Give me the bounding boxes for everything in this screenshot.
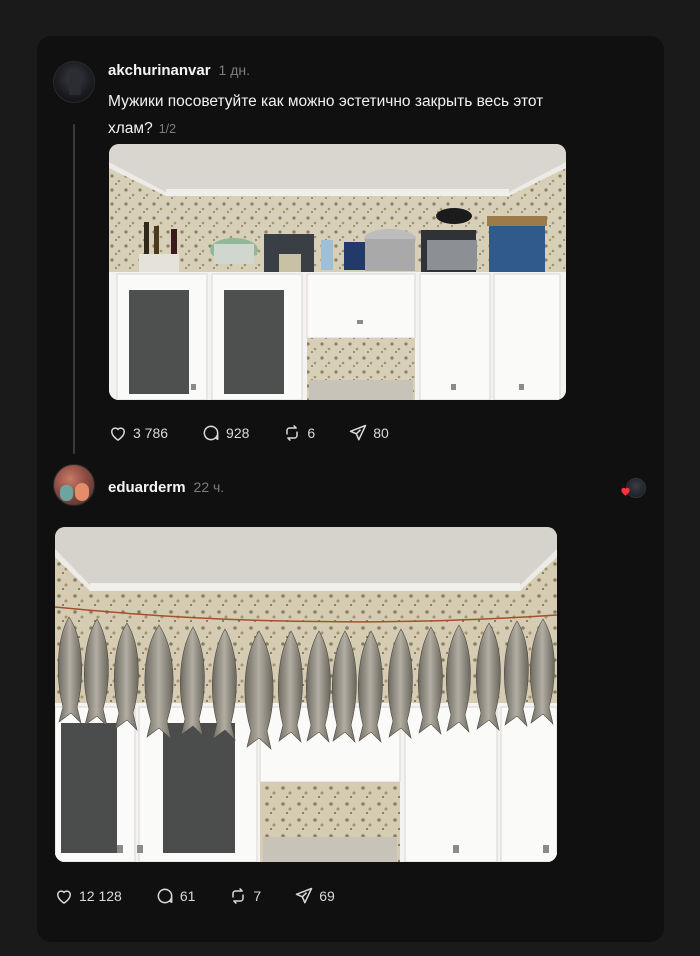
post-actions: 12 128 61 7 69 bbox=[54, 886, 368, 906]
post-actions: 3 786 928 6 80 bbox=[108, 423, 422, 443]
repost-count: 6 bbox=[307, 425, 316, 441]
share-button[interactable]: 69 bbox=[294, 886, 335, 906]
comment-count: 61 bbox=[179, 888, 196, 904]
post-header: akchurinanvar 1 дн. bbox=[108, 62, 250, 79]
dried-fish-photo bbox=[55, 527, 557, 862]
image-page-count: 1/2 bbox=[158, 122, 177, 136]
post-text: Мужики посоветуйте как можно эстетично з… bbox=[108, 88, 588, 143]
post-image[interactable] bbox=[109, 144, 566, 400]
comment-bubble-icon bbox=[203, 425, 219, 441]
post-image[interactable] bbox=[55, 527, 557, 862]
repost-icon bbox=[232, 888, 245, 904]
heart-icon bbox=[110, 427, 126, 441]
like-count: 3 786 bbox=[133, 425, 169, 441]
share-count: 80 bbox=[373, 425, 389, 441]
username[interactable]: eduarderm bbox=[108, 479, 186, 496]
share-count: 69 bbox=[319, 888, 335, 904]
comment-button[interactable]: 928 bbox=[201, 423, 249, 443]
post-timestamp[interactable]: 1 дн. bbox=[219, 62, 250, 78]
heart-icon bbox=[56, 890, 72, 904]
post-timestamp[interactable]: 22 ч. bbox=[194, 479, 225, 495]
like-button[interactable]: 3 786 bbox=[108, 423, 168, 443]
kitchen-cabinets-photo bbox=[109, 144, 566, 400]
user-avatar[interactable] bbox=[53, 464, 95, 506]
like-button[interactable]: 12 128 bbox=[54, 886, 122, 906]
username[interactable]: akchurinanvar bbox=[108, 62, 211, 79]
send-icon bbox=[295, 887, 313, 904]
thread-line bbox=[73, 124, 75, 454]
comment-count: 928 bbox=[226, 425, 250, 441]
repost-icon bbox=[286, 425, 299, 441]
feed-card: akchurinanvar 1 дн. Мужики посоветуйте к… bbox=[37, 36, 664, 942]
like-count: 12 128 bbox=[79, 888, 122, 904]
post-header: eduarderm 22 ч. bbox=[108, 479, 224, 496]
send-icon bbox=[349, 424, 367, 441]
comment-button[interactable]: 61 bbox=[155, 886, 196, 906]
red-heart-icon bbox=[621, 487, 630, 496]
share-button[interactable]: 80 bbox=[348, 423, 389, 443]
repost-button[interactable]: 6 bbox=[282, 423, 315, 443]
repost-count: 7 bbox=[253, 888, 262, 904]
comment-bubble-icon bbox=[157, 888, 173, 904]
user-avatar[interactable] bbox=[53, 61, 95, 103]
repost-button[interactable]: 7 bbox=[228, 886, 261, 906]
